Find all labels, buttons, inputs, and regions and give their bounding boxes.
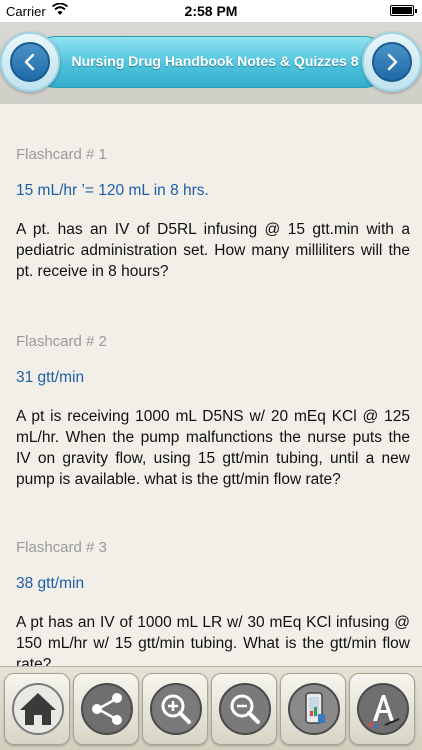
flashcard: Flashcard # 3 38 gtt/min A pt has an IV … <box>16 539 410 666</box>
font-icon <box>357 683 409 735</box>
theme-icon <box>288 683 340 735</box>
flashcard-answer: 38 gtt/min <box>16 575 85 592</box>
status-bar: Carrier 2:58 PM <box>0 0 422 22</box>
flashcard-answer: 15 mL/hr ’= 120 mL in 8 hrs. <box>16 182 209 199</box>
zoom-in-button[interactable] <box>142 673 208 745</box>
previous-button[interactable] <box>0 32 60 92</box>
chevron-right-icon <box>387 53 398 71</box>
zoom-out-button[interactable] <box>211 673 277 745</box>
font-button[interactable] <box>349 673 415 745</box>
bottom-toolbar <box>0 666 422 750</box>
battery-icon <box>390 5 417 16</box>
page-title: Nursing Drug Handbook Notes & Quizzes 8 <box>71 53 359 69</box>
share-button[interactable] <box>73 673 139 745</box>
header: Nursing Drug Handbook Notes & Quizzes 8 <box>0 22 422 104</box>
share-icon <box>81 683 133 735</box>
theme-button[interactable] <box>280 673 346 745</box>
flashcard: Flashcard # 2 31 gtt/min A pt is receivi… <box>16 333 410 490</box>
clock: 2:58 PM <box>184 3 238 19</box>
flashcard: Flashcard # 1 15 mL/hr ’= 120 mL in 8 hr… <box>16 146 410 282</box>
flashcard-label: Flashcard # 2 <box>16 333 107 350</box>
flashcard-question: A pt is receiving 1000 mL D5NS w/ 20 mEq… <box>16 408 410 488</box>
flashcard-label: Flashcard # 1 <box>16 146 107 163</box>
home-button[interactable] <box>4 673 70 745</box>
home-icon <box>12 683 64 735</box>
flashcard-question: A pt. has an IV of D5RL infusing @ 15 gt… <box>16 221 410 280</box>
zoom-out-icon <box>219 683 271 735</box>
flashcard-list[interactable]: Flashcard # 1 15 mL/hr ’= 120 mL in 8 hr… <box>0 104 422 666</box>
flashcard-question: A pt has an IV of 1000 mL LR w/ 30 mEq K… <box>16 614 410 666</box>
next-button[interactable] <box>362 32 422 92</box>
zoom-in-icon <box>150 683 202 735</box>
title-banner: Nursing Drug Handbook Notes & Quizzes 8 <box>30 36 390 88</box>
flashcard-label: Flashcard # 3 <box>16 539 107 556</box>
flashcard-answer: 31 gtt/min <box>16 369 85 386</box>
chevron-left-icon <box>24 53 35 71</box>
